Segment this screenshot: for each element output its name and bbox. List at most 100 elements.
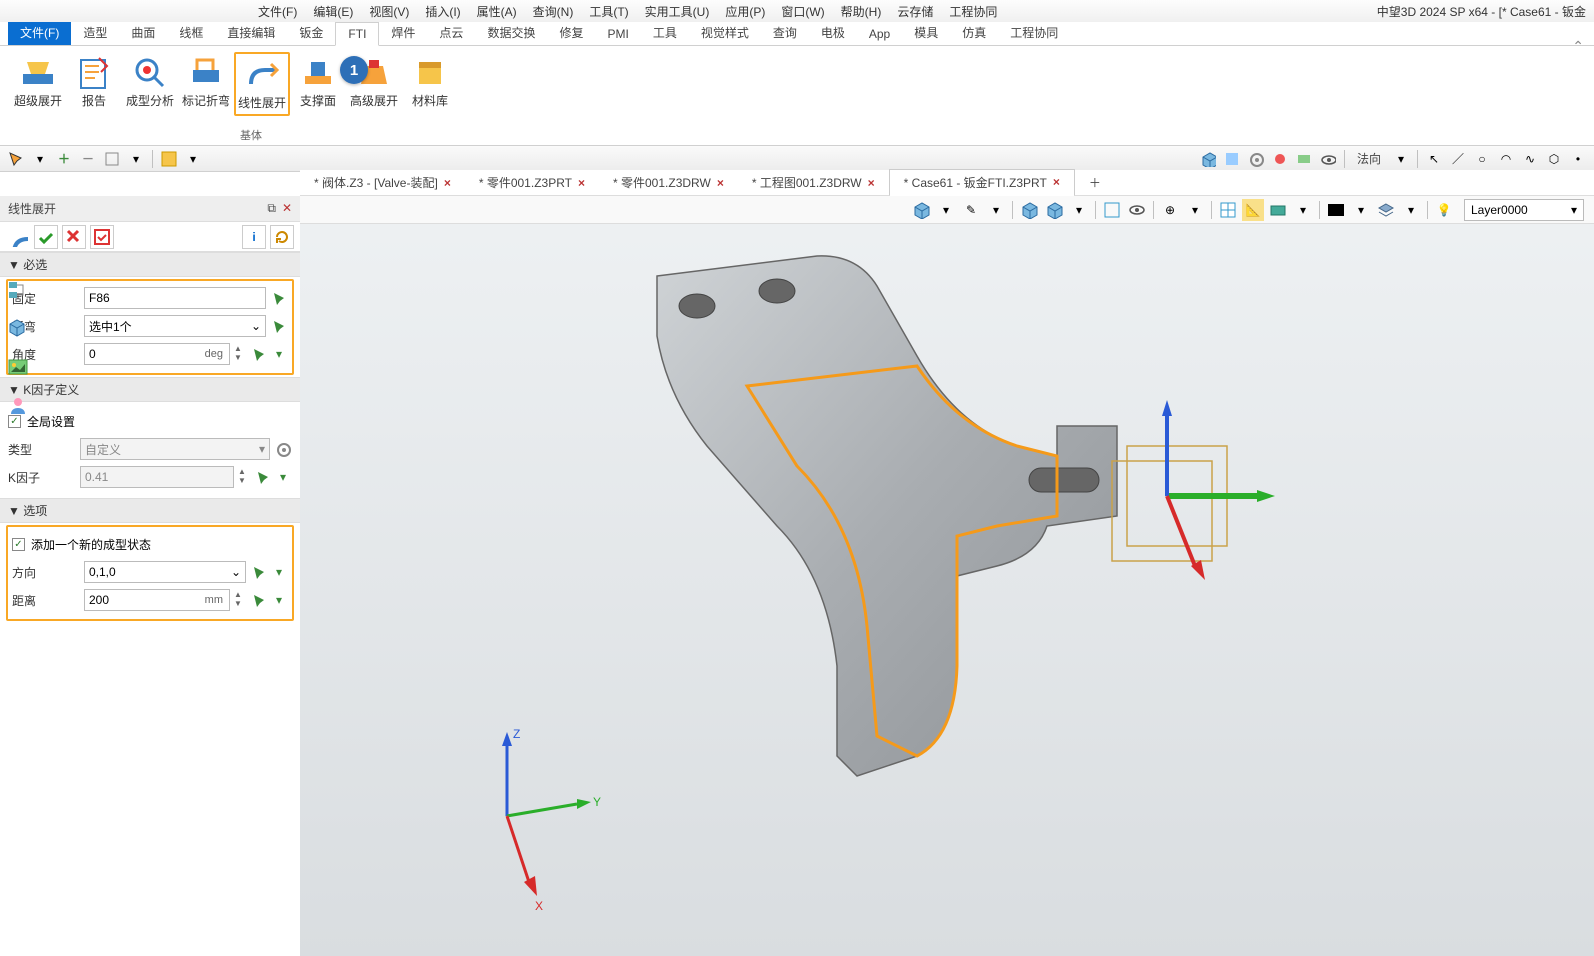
- pick-icon[interactable]: [250, 345, 268, 363]
- remove-icon[interactable]: －: [78, 149, 98, 169]
- reset-button[interactable]: [270, 225, 294, 249]
- viewport-3d[interactable]: Z Y X: [300, 196, 1594, 956]
- pick-icon[interactable]: [250, 563, 268, 581]
- ribbon-tab[interactable]: PMI: [595, 23, 640, 45]
- section-options-header[interactable]: ▼ 选项: [0, 498, 300, 523]
- ribbon-tab[interactable]: 线框: [167, 20, 215, 45]
- direction-input[interactable]: 0,1,0⌄: [84, 561, 246, 583]
- arrow-cursor-icon[interactable]: ↖: [1424, 149, 1444, 169]
- dropdown-icon[interactable]: ▾: [1400, 199, 1422, 221]
- chevron-down-icon[interactable]: ⌄: [231, 565, 241, 579]
- tb-ico[interactable]: [1270, 149, 1290, 169]
- color-black-icon[interactable]: [1325, 199, 1347, 221]
- angle-input[interactable]: 0deg: [84, 343, 230, 365]
- document-tab[interactable]: * 零件001.Z3PRT×: [465, 170, 599, 195]
- ribbon-button[interactable]: 报告: [66, 52, 122, 112]
- dropdown2-icon[interactable]: ▾: [183, 149, 203, 169]
- pick-icon[interactable]: [250, 591, 268, 609]
- dropdown-icon[interactable]: ▾: [274, 468, 292, 486]
- view-cube-icon[interactable]: [910, 199, 932, 221]
- document-tab[interactable]: * 工程图001.Z3DRW×: [738, 170, 889, 195]
- measure-icon[interactable]: 📐: [1242, 199, 1264, 221]
- ribbon-button[interactable]: 超级展开: [10, 52, 66, 112]
- grid-icon[interactable]: [1217, 199, 1239, 221]
- pick-icon[interactable]: [254, 468, 272, 486]
- layer-combo[interactable]: Layer0000▾: [1464, 199, 1584, 221]
- close-tab-icon[interactable]: ×: [578, 176, 585, 190]
- ribbon-tab[interactable]: 文件(F): [8, 20, 71, 45]
- filter1-icon[interactable]: [102, 149, 122, 169]
- arc-tool-icon[interactable]: ◠: [1496, 149, 1516, 169]
- tree-icon[interactable]: [7, 280, 29, 302]
- apply-button[interactable]: [90, 225, 114, 249]
- bend-input[interactable]: 选中1个⌄: [84, 315, 266, 337]
- menu-cloud[interactable]: 云存储: [889, 1, 941, 22]
- close-tab-icon[interactable]: ×: [717, 176, 724, 190]
- pick-icon[interactable]: [270, 317, 288, 335]
- menu-query[interactable]: 查询(N): [525, 1, 582, 22]
- ribbon-button[interactable]: 线性展开: [234, 52, 290, 116]
- menu-edit[interactable]: 编辑(E): [305, 1, 361, 22]
- circle-tool-icon[interactable]: ○: [1472, 149, 1492, 169]
- global-checkbox[interactable]: [8, 415, 21, 428]
- ribbon-tab[interactable]: 点云: [427, 20, 475, 45]
- info-button[interactable]: i: [242, 225, 266, 249]
- ribbon-tab[interactable]: 模具: [902, 20, 950, 45]
- ribbon-tab[interactable]: 数据交换: [475, 20, 547, 45]
- point-tool-icon[interactable]: •: [1568, 149, 1588, 169]
- dropdown-normal-icon[interactable]: ▾: [1391, 149, 1411, 169]
- chevron-down-icon[interactable]: ⌄: [251, 319, 261, 333]
- distance-input[interactable]: 200mm: [84, 589, 230, 611]
- tb-ico[interactable]: [1222, 149, 1242, 169]
- ribbon-tab[interactable]: App: [857, 23, 902, 45]
- box-icon[interactable]: [7, 318, 29, 340]
- menu-attrib[interactable]: 属性(A): [469, 1, 525, 22]
- dropdown-icon[interactable]: ▾: [270, 591, 288, 609]
- cancel-button[interactable]: [62, 225, 86, 249]
- dropdown-icon[interactable]: ▾: [1292, 199, 1314, 221]
- ribbon-tab[interactable]: 查询: [761, 20, 809, 45]
- menu-insert[interactable]: 插入(I): [417, 1, 468, 22]
- camera-icon[interactable]: [1267, 199, 1289, 221]
- line-tool-icon[interactable]: ／: [1448, 149, 1468, 169]
- menu-tools[interactable]: 工具(T): [581, 1, 636, 22]
- section-kfactor-header[interactable]: ▼ K因子定义: [0, 377, 300, 402]
- ribbon-button[interactable]: 支撑面: [290, 52, 346, 112]
- new-tab-button[interactable]: ＋: [1075, 170, 1115, 195]
- add-state-checkbox[interactable]: [12, 538, 25, 551]
- document-tab[interactable]: * 零件001.Z3DRW×: [599, 170, 738, 195]
- add-icon[interactable]: ＋: [54, 149, 74, 169]
- shaded-icon[interactable]: [1043, 199, 1065, 221]
- ribbon-button[interactable]: 材料库: [402, 52, 458, 112]
- fixed-input[interactable]: F86: [84, 287, 266, 309]
- ribbon-tab[interactable]: 电极: [809, 20, 857, 45]
- document-tab[interactable]: * Case61 - 钣金FTI.Z3PRT×: [889, 169, 1075, 197]
- panel-close-icon[interactable]: ✕: [282, 201, 292, 216]
- dropdown-icon[interactable]: ▾: [30, 149, 50, 169]
- layers-icon[interactable]: [1375, 199, 1397, 221]
- tb-ico[interactable]: [1198, 149, 1218, 169]
- tb-ico[interactable]: [1246, 149, 1266, 169]
- menu-app[interactable]: 应用(P): [717, 1, 773, 22]
- ribbon-tab[interactable]: FTI: [335, 22, 379, 46]
- wireframe-icon[interactable]: [1101, 199, 1123, 221]
- image-icon[interactable]: [7, 356, 29, 378]
- menu-file[interactable]: 文件(F): [250, 1, 305, 22]
- ribbon-tab[interactable]: 造型: [71, 20, 119, 45]
- ribbon-tab[interactable]: 仿真: [950, 20, 998, 45]
- menu-util[interactable]: 实用工具(U): [637, 1, 718, 22]
- dropdown-icon[interactable]: ▾: [270, 563, 288, 581]
- document-tab[interactable]: * 阀体.Z3 - [Valve-装配]×: [300, 170, 465, 195]
- tb-ico[interactable]: [1294, 149, 1314, 169]
- ribbon-button[interactable]: 成型分析: [122, 52, 178, 112]
- ribbon-tab[interactable]: 修复: [547, 20, 595, 45]
- dropdown-icon[interactable]: ▾: [270, 345, 288, 363]
- user-icon[interactable]: [7, 394, 29, 416]
- ribbon-tab[interactable]: 直接编辑: [215, 20, 287, 45]
- bulb-icon[interactable]: 💡: [1433, 199, 1455, 221]
- ribbon-tab[interactable]: 视觉样式: [689, 20, 761, 45]
- dropdown-icon[interactable]: ▾: [1184, 199, 1206, 221]
- ribbon-tab[interactable]: 钣金: [287, 20, 335, 45]
- menu-help[interactable]: 帮助(H): [833, 1, 890, 22]
- dropdown-icon[interactable]: ▾: [1068, 199, 1090, 221]
